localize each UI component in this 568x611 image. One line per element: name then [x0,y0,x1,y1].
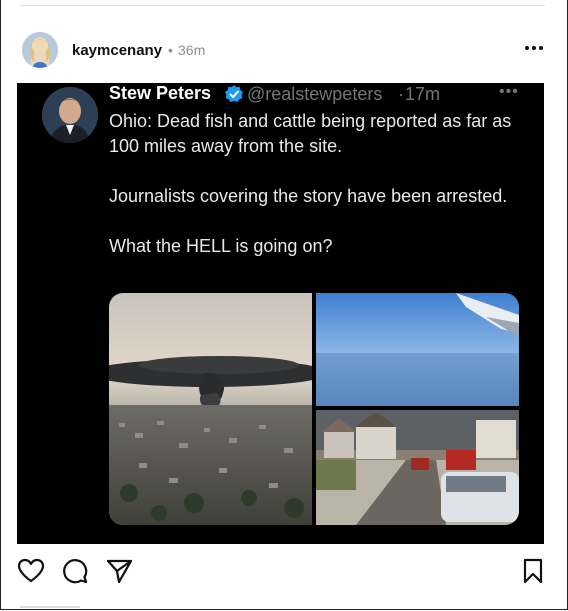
verified-badge-icon [224,84,244,104]
tweet-more-icon: ••• [499,83,519,100]
tweet-paragraph: Journalists covering the story have been… [109,186,508,206]
separator: • [168,42,173,58]
tweet-handle: @realstewpeters [247,84,383,104]
avatar[interactable] [22,32,58,68]
tweet-separator: · [398,84,404,104]
tweet-timestamp: 17m [405,84,441,104]
airplane-window-sky-photo [316,293,519,406]
post-header: kaymcenany • 36m [22,32,547,70]
tweet-avatar [42,87,98,143]
username[interactable]: kaymcenany [72,42,162,59]
divider [20,606,80,608]
post-timestamp: 36m [178,42,206,58]
post-actions-bar [0,556,568,588]
bookmark-icon[interactable] [518,556,548,586]
embedded-tweet-screenshot[interactable]: Stew Peters @realstewpeters · 17m ••• Oh… [17,83,544,544]
more-options-icon[interactable] [522,38,546,58]
tweet-display-name: Stew Peters [109,83,212,103]
tweet-media-grid [109,293,519,525]
tweet-paragraph: Ohio: Dead fish and cattle being reporte… [109,111,512,156]
street-fire-trucks-photo [316,410,519,525]
aerial-smoke-cloud-photo [109,293,312,525]
tweet-paragraph: What the HELL is going on? [109,236,333,256]
comment-icon[interactable] [60,556,90,586]
divider [20,5,545,6]
heart-icon[interactable] [16,556,46,586]
send-icon[interactable] [104,556,134,586]
tweet-text: Ohio: Dead fish and cattle being reporte… [109,109,529,284]
